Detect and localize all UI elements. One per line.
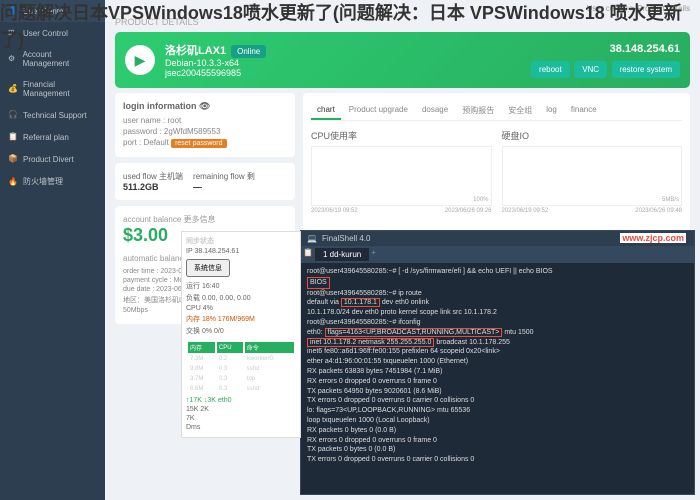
fire-icon: 🔥	[8, 177, 18, 187]
tab-dosage[interactable]: dosage	[416, 101, 454, 120]
tab-upgrade[interactable]: Product upgrade	[343, 101, 414, 120]
sidebar-item-referral[interactable]: 📋Referral plan	[0, 126, 105, 148]
status-badge: Online	[231, 45, 266, 58]
tab-bar: chart Product upgrade dosage 预购报告 安全组 lo…	[311, 101, 682, 121]
server-name: 洛杉矶LAX1	[165, 45, 226, 57]
watermark: www.zjcp.com	[620, 233, 686, 243]
server-ip: 38.148.254.61	[531, 43, 680, 55]
breadcrumb: User center > Product details	[105, 0, 700, 17]
process-table: 内存CPU命令 7.3M0.2kworker/0: 9.8M0.3sshd 3.…	[186, 340, 296, 395]
restore-button[interactable]: restore system	[612, 61, 680, 78]
server-os: Debian-10.3.3-x64	[165, 58, 521, 68]
tab-security[interactable]: 安全组	[502, 101, 538, 120]
sidebar-item-product-divert[interactable]: 📦Product Divert	[0, 148, 105, 170]
sidebar: 👤User Center ⊞User Control ⚙Account Mana…	[0, 0, 105, 500]
user-icon: 👤	[8, 6, 18, 16]
add-tab-icon[interactable]: +	[371, 248, 376, 261]
sidebar-item-support[interactable]: 🎧Technical Support	[0, 104, 105, 126]
tab-finance[interactable]: finance	[565, 101, 603, 120]
grid-icon: ⊞	[8, 28, 18, 38]
terminal-tab[interactable]: 1 dd-kurun	[315, 248, 369, 261]
vnc-button[interactable]: VNC	[574, 61, 607, 78]
plan-icon: 📋	[8, 132, 18, 142]
sync-panel: 同步状态 IP 38.148.254.61 系统信息 运行 16:40 负载 0…	[181, 231, 301, 438]
reboot-button[interactable]: reboot	[531, 61, 570, 78]
money-icon: 💰	[8, 84, 18, 94]
login-title: login information 👁	[123, 101, 287, 112]
system-info-button[interactable]: 系统信息	[186, 259, 230, 277]
tab-report[interactable]: 预购报告	[456, 101, 500, 120]
app-icon: 💻	[307, 234, 317, 243]
login-panel: login information 👁 user name : root pas…	[115, 93, 295, 157]
io-chart: 硬盘IO 5MB/s 2023/06/19 09:522023/06/26 09…	[502, 129, 683, 214]
sidebar-item-financial[interactable]: 💰Financial Management	[0, 74, 105, 104]
tab-log[interactable]: log	[540, 101, 563, 120]
gear-icon: ⚙	[8, 54, 18, 64]
play-icon: ▶	[125, 45, 155, 75]
server-id: jsec200455596985	[165, 68, 521, 78]
terminal-output[interactable]: root@user439645580285:~# [ -d /sys/firmw…	[301, 263, 694, 469]
cpu-chart: CPU使用率 100% 2023/06/19 09:522023/06/26 0…	[311, 129, 492, 214]
server-header-card: ▶ 洛杉矶LAX1 Online Debian-10.3.3-x64 jsec20…	[115, 32, 690, 88]
sidebar-item-user-center[interactable]: 👤User Center	[0, 0, 105, 22]
flow-panel: used flow 主机端511.2GB remaining flow 剩—	[115, 163, 295, 200]
box-icon: 📦	[8, 154, 18, 164]
sidebar-item-account[interactable]: ⚙Account Management	[0, 44, 105, 74]
section-title: PRODUCT DETAILS	[105, 17, 700, 27]
sidebar-item-firewall[interactable]: 🔥防火墙管理	[0, 170, 105, 193]
support-icon: 🎧	[8, 110, 18, 120]
terminal-tabs: 📋 1 dd-kurun +	[301, 246, 694, 263]
tab-list-icon[interactable]: 📋	[303, 248, 313, 261]
reset-password-button[interactable]: reset password	[171, 139, 226, 148]
terminal-window: www.zjcp.com 同步状态 IP 38.148.254.61 系统信息 …	[300, 230, 695, 495]
tab-chart[interactable]: chart	[311, 101, 341, 120]
sidebar-item-user-control[interactable]: ⊞User Control	[0, 22, 105, 44]
